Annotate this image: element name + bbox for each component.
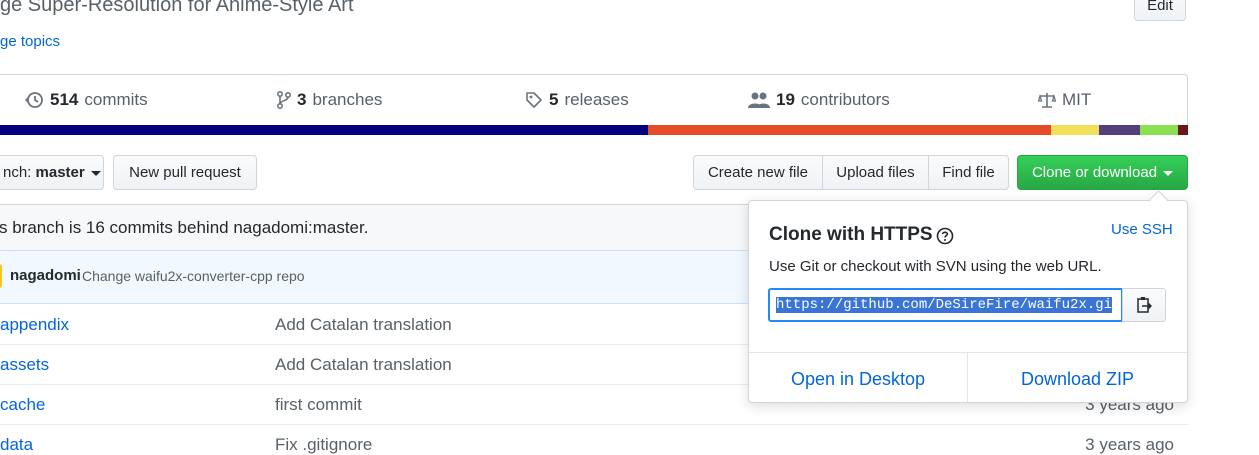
branch-prefix: nch: [3,164,32,181]
git-branch-icon [277,91,291,109]
releases-count: 5 [549,90,559,109]
commits-count: 514 [50,90,79,109]
commit-author-link[interactable]: nagadomi [10,267,81,284]
clone-hint: Use Git or checkout with SVN using the w… [769,258,1102,275]
manage-topics-link[interactable]: ge topics [0,33,60,50]
language-segment [1178,125,1188,135]
file-age: 3 years ago [1085,435,1174,454]
language-bar [0,125,1188,135]
commits-stat[interactable]: 514 commits [24,90,148,110]
new-pull-request-button[interactable]: New pull request [113,155,257,190]
contributors-stat[interactable]: 19 contributors [748,90,890,110]
question-icon[interactable] [936,227,954,245]
file-commit-message[interactable]: first commit [275,395,362,415]
language-segment [648,125,1051,135]
file-commit-message[interactable]: Fix .gitignore [275,435,372,455]
row-divider [0,424,1188,425]
language-segment [0,125,648,135]
clone-or-download-label: Clone or download [1031,164,1158,181]
clone-url-input[interactable]: https://github.com/DeSireFire/waifu2x.gi [768,288,1123,322]
file-commit-message[interactable]: Add Catalan translation [275,355,452,375]
upload-files-button[interactable]: Upload files [822,155,929,190]
branch-select-button[interactable]: nch: master [0,155,104,190]
file-name-link[interactable]: appendix [0,315,69,335]
contributors-count: 19 [776,90,795,109]
tag-icon [526,92,542,108]
caret-down-icon [1163,170,1174,176]
caret-down-icon [90,170,101,176]
file-name-link[interactable]: assets [0,355,49,375]
download-zip-button[interactable]: Download ZIP [968,369,1187,390]
file-name-link[interactable]: data [0,435,33,455]
branch-name: master [35,164,85,181]
use-ssh-link[interactable]: Use SSH [1111,221,1173,238]
language-segment [1140,125,1178,135]
create-new-file-button[interactable]: Create new file [693,155,823,190]
branches-count: 3 [297,90,307,109]
releases-stat[interactable]: 5 releases [525,90,629,110]
avatar[interactable] [0,264,2,288]
clipboard-icon [1137,297,1152,313]
license-label: MIT [1062,90,1092,109]
law-icon [1038,93,1056,108]
clone-or-download-button[interactable]: Clone or download [1017,155,1188,190]
contributors-label: contributors [800,90,890,109]
open-in-desktop-button[interactable]: Open in Desktop [749,369,967,390]
copy-url-button[interactable] [1122,288,1166,322]
clone-url-text: https://github.com/DeSireFire/waifu2x.gi [776,297,1113,313]
file-name-link[interactable]: cache [0,395,45,415]
license-stat[interactable]: MIT [1038,90,1091,110]
file-commit-message[interactable]: Add Catalan translation [275,315,452,335]
commits-label: commits [84,90,148,109]
edit-button[interactable]: Edit [1134,0,1186,21]
people-icon [748,92,770,108]
repo-description: ge Super-Resolution for Anime-Style Art [0,0,354,16]
branches-stat[interactable]: 3 branches [277,90,382,110]
language-segment [1099,125,1140,135]
releases-label: releases [564,90,629,109]
find-file-button[interactable]: Find file [928,155,1009,190]
commit-message-link[interactable]: Change waifu2x-converter-cpp repo [82,268,305,284]
history-icon [25,92,43,108]
branches-label: branches [312,90,383,109]
clone-dropdown-title: Clone with HTTPS [769,224,933,245]
language-segment [1051,125,1099,135]
